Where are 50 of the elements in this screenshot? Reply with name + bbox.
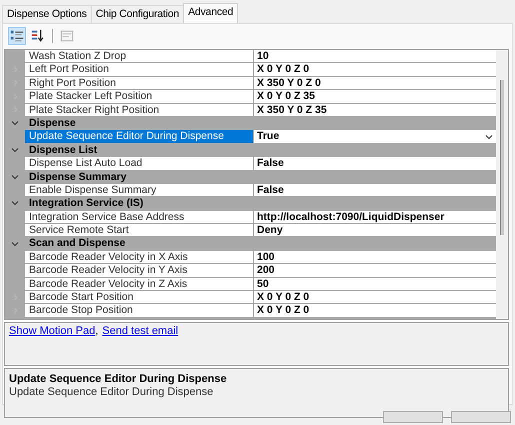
separator-comma: ,: [95, 325, 98, 337]
property-name[interactable]: Integration Service Base Address: [25, 210, 254, 224]
property-value[interactable]: Deny: [254, 224, 496, 236]
tab[interactable]: Advanced: [183, 3, 238, 23]
property-value[interactable]: 10: [254, 50, 496, 62]
property-name[interactable]: Wash Station Z Drop: [25, 50, 254, 62]
property-name[interactable]: Barcode Reader Velocity in Z Axis: [25, 278, 254, 290]
property-value[interactable]: X 0 Y 0 Z 0: [254, 291, 496, 304]
property-value[interactable]: X 350 Y 0 Z 0: [254, 76, 496, 90]
property-name[interactable]: Update Sequence Editor During Dispense: [25, 130, 254, 143]
categorized-list-icon[interactable]: [8, 27, 26, 45]
property-name[interactable]: Barcode Start Position: [25, 291, 254, 304]
description-text: Update Sequence Editor During Dispense: [9, 386, 214, 398]
command-link[interactable]: Show Motion Pad: [9, 325, 96, 337]
property-name[interactable]: Service Remote Start: [25, 224, 254, 236]
property-name[interactable]: Left Port Position: [25, 63, 254, 76]
collapse-chevron-icon[interactable]: [11, 240, 19, 248]
category-label: Dispense: [28, 116, 76, 130]
collapse-chevron-icon[interactable]: [11, 119, 19, 128]
property-value[interactable]: True: [254, 130, 496, 143]
property-name[interactable]: Plate Stacker Right Position: [25, 104, 254, 116]
category-label: Dispense List: [28, 144, 98, 156]
collapse-chevron-icon[interactable]: [11, 146, 19, 154]
collapse-chevron-icon[interactable]: [11, 199, 19, 208]
tab[interactable]: Dispense Options: [2, 5, 92, 23]
collapse-chevron-icon[interactable]: [11, 172, 19, 181]
category-label: Integration Service (IS): [28, 197, 144, 210]
dialog-button[interactable]: [451, 411, 511, 423]
property-value[interactable]: X 0 Y 0 Z 35: [254, 90, 496, 103]
category-label: Scan and Dispense: [28, 237, 126, 250]
property-name[interactable]: Plate Stacker Left Position: [25, 90, 254, 103]
property-value[interactable]: 100: [254, 250, 496, 264]
dialog-button[interactable]: [383, 411, 443, 423]
category-label: Dispense Summary: [28, 170, 126, 183]
property-value[interactable]: X 0 Y 0 Z 0: [254, 304, 496, 317]
property-value[interactable]: 50: [254, 278, 496, 290]
property-name[interactable]: Enable Dispense Summary: [25, 184, 254, 196]
property-name[interactable]: Barcode Stop Position: [25, 304, 254, 317]
property-value[interactable]: http://localhost:7090/LiquidDispenser: [254, 210, 496, 224]
command-link[interactable]: Send test email: [102, 325, 178, 337]
property-value[interactable]: False: [254, 157, 496, 170]
property-value[interactable]: False: [254, 184, 496, 196]
property-name[interactable]: Dispense List Auto Load: [25, 157, 254, 170]
description-title: Update Sequence Editor During Dispense: [9, 373, 228, 385]
property-name[interactable]: Barcode Reader Velocity in Y Axis: [25, 264, 254, 277]
property-name[interactable]: Barcode Reader Velocity in X Axis: [25, 250, 254, 264]
property-value[interactable]: X 0 Y 0 Z 0: [254, 63, 496, 76]
property-name[interactable]: Right Port Position: [25, 76, 254, 90]
property-value[interactable]: 200: [254, 264, 496, 277]
property-value[interactable]: X 350 Y 0 Z 35: [254, 104, 496, 116]
